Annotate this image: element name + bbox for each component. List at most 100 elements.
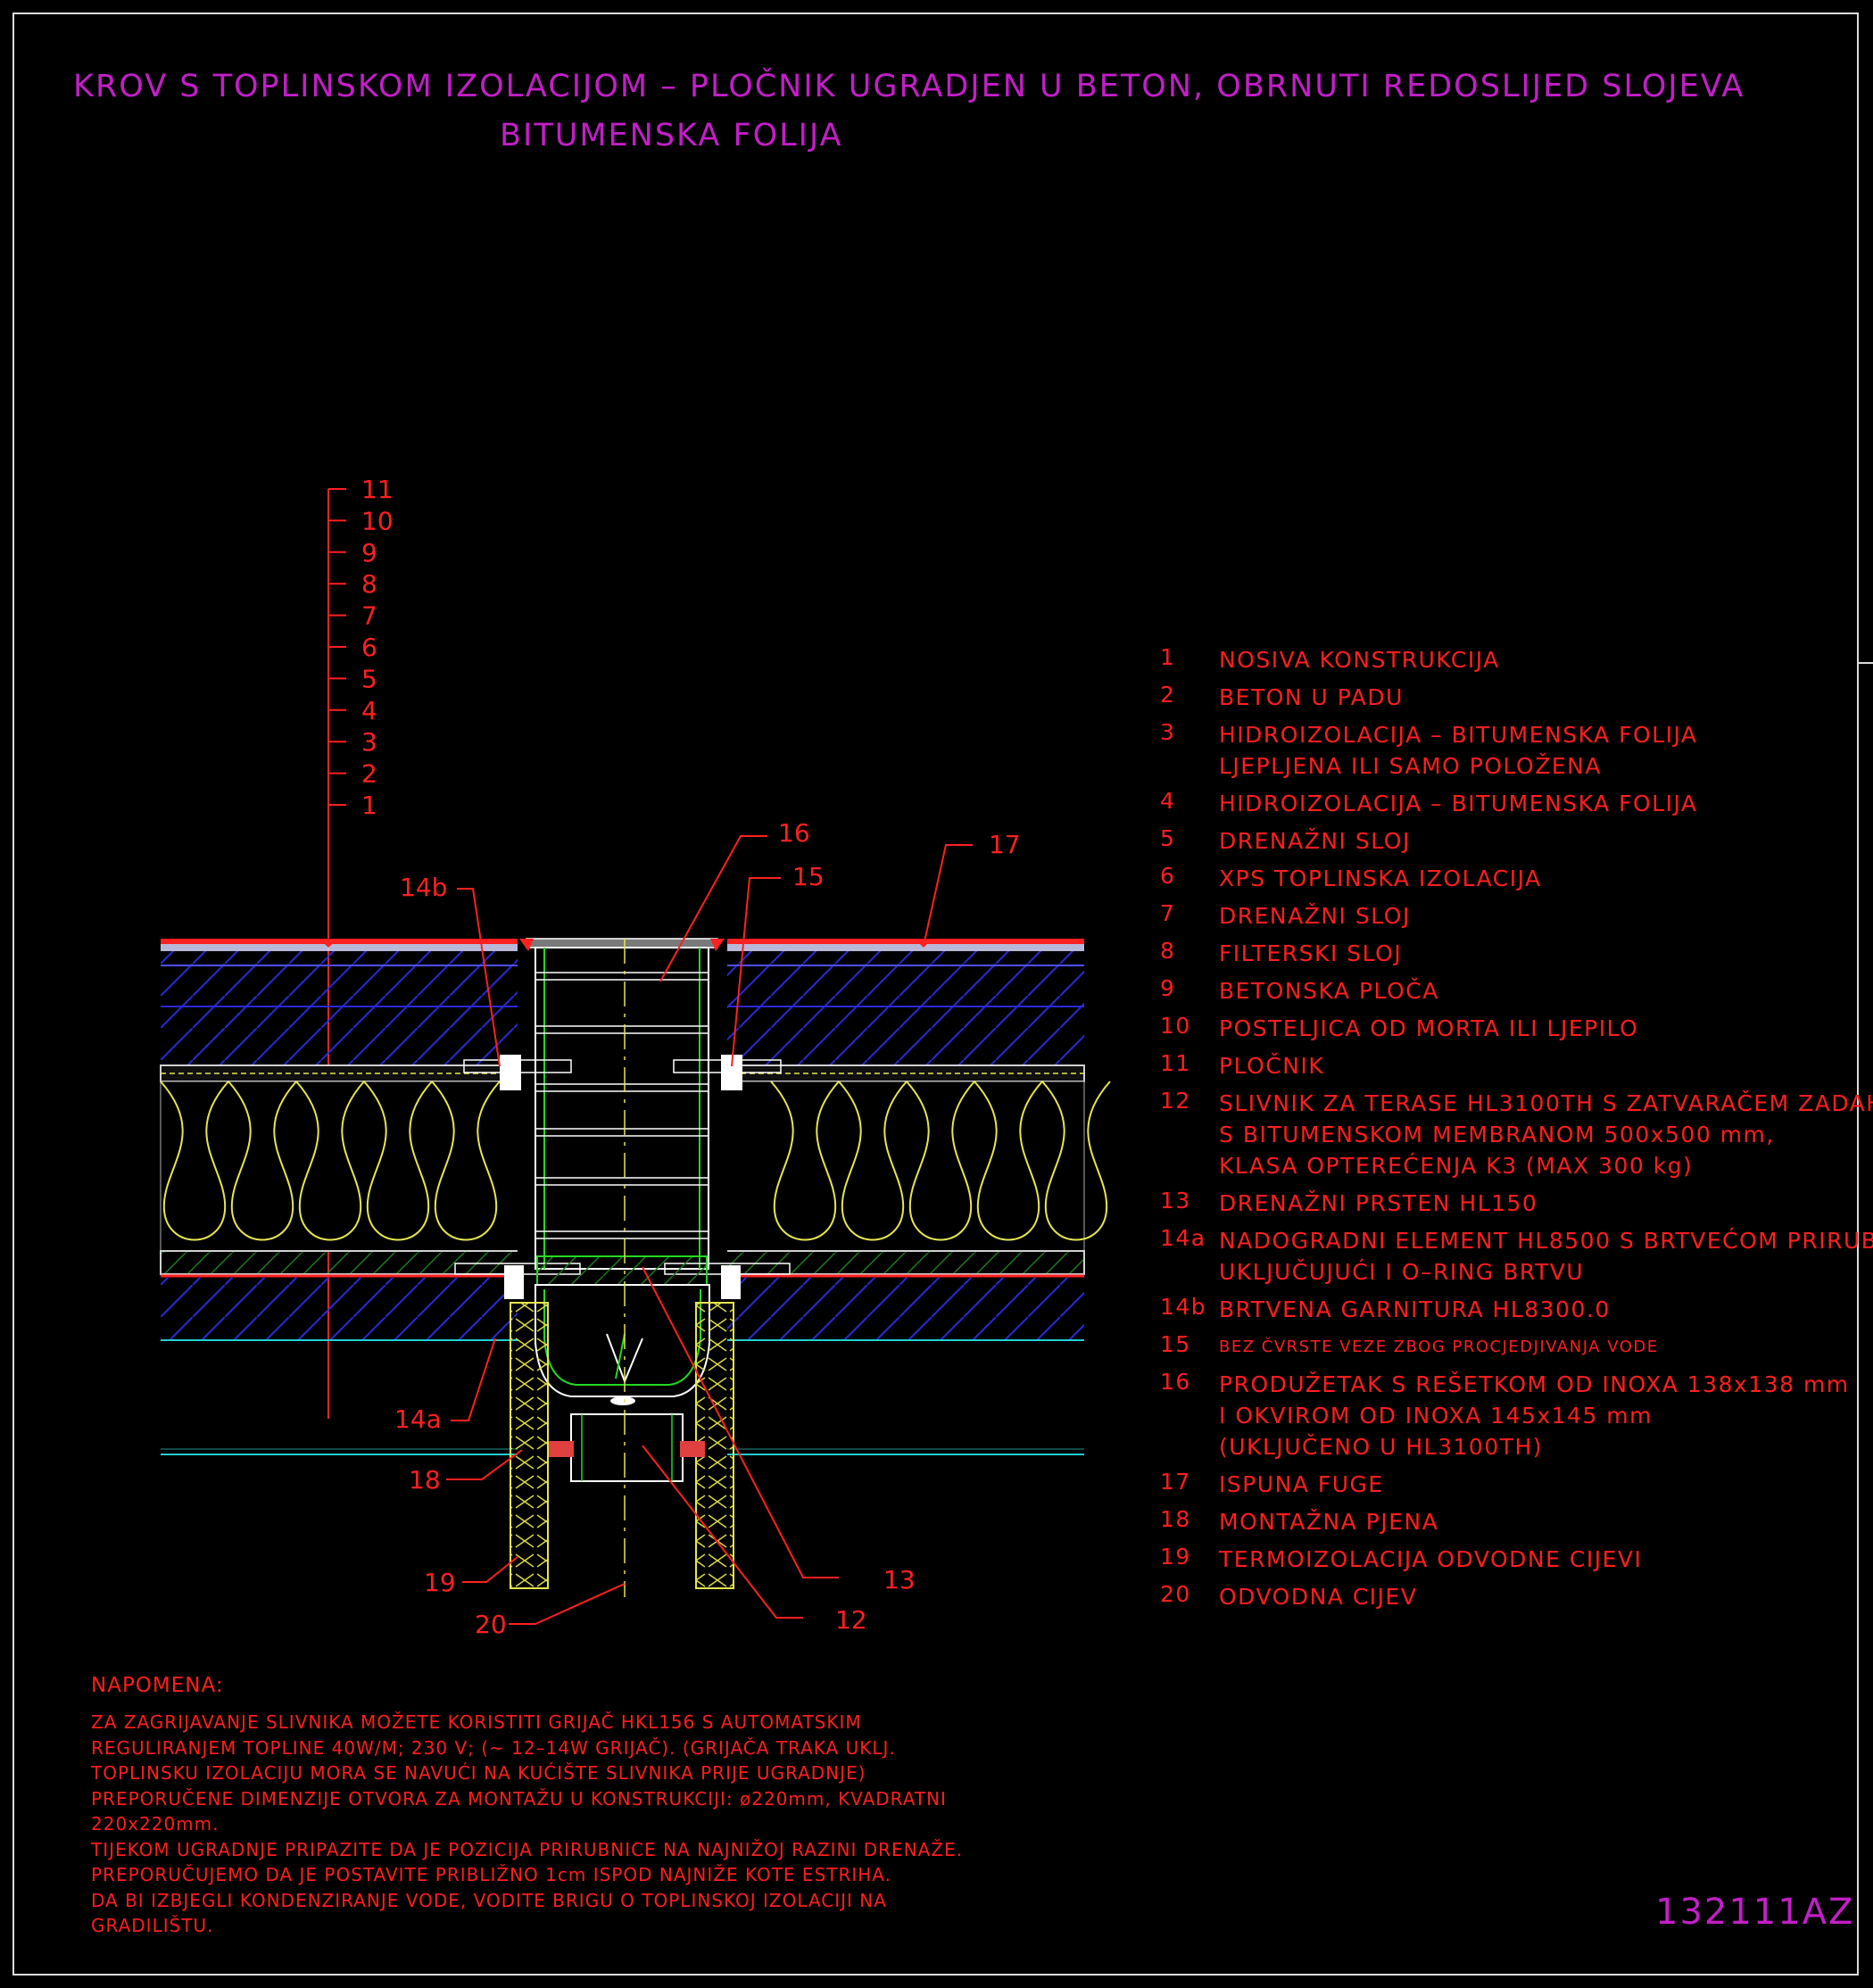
legend-line: S BITUMENSKOM MEMBRANOM 500x500 mm, bbox=[1219, 1122, 1775, 1147]
scale-label: 10 bbox=[361, 506, 394, 535]
legend-line: KLASA OPTEREĆENJA K3 (MAX 300 kg) bbox=[1219, 1153, 1694, 1179]
note-line: REGULIRANJEM TOPLINE 40W/M; 230 V; (~ 12… bbox=[91, 1736, 896, 1759]
note-line: 220x220mm. bbox=[91, 1813, 220, 1835]
legend-text: MONTAŽNA PJENA bbox=[1219, 1506, 1438, 1537]
legend-number: 12 bbox=[1160, 1088, 1191, 1114]
notes-body: ZA ZAGRIJAVANJE SLIVNIKA MOŽETE KORISTIT… bbox=[91, 1710, 963, 1939]
scale-label: 9 bbox=[361, 538, 377, 567]
legend-number: 13 bbox=[1160, 1188, 1191, 1214]
legend-line: PLOČNIK bbox=[1219, 1053, 1325, 1079]
scale-label: 3 bbox=[361, 727, 377, 757]
legend-number: 5 bbox=[1160, 825, 1176, 851]
legend-text: BRTVENA GARNITURA HL8300.0 bbox=[1219, 1294, 1611, 1325]
legend-number: 19 bbox=[1160, 1544, 1191, 1570]
scale-label: 8 bbox=[361, 569, 377, 599]
legend-line: BETONSKA PLOČA bbox=[1219, 978, 1439, 1004]
legend-text: DRENAŽNI SLOJ bbox=[1219, 825, 1411, 857]
callout-17: 17 bbox=[989, 830, 1021, 859]
notes-title: NAPOMENA: bbox=[91, 1674, 224, 1697]
note-line: DA BI IZBJEGLI KONDENZIRANJE VODE, VODIT… bbox=[91, 1889, 887, 1911]
callout-12: 12 bbox=[835, 1605, 867, 1635]
scale-label: 7 bbox=[361, 601, 377, 631]
legend-number: 14b bbox=[1160, 1294, 1207, 1320]
legend-line: SLIVNIK ZA TERASE HL3100TH S ZATVARAČEM … bbox=[1219, 1090, 1873, 1116]
scale-label: 5 bbox=[361, 664, 377, 693]
callout-13: 13 bbox=[883, 1565, 916, 1595]
scale-label: 1 bbox=[361, 791, 377, 820]
legend-text: NOSIVA KONSTRUKCIJA bbox=[1219, 644, 1500, 675]
legend-line: XPS TOPLINSKA IZOLACIJA bbox=[1219, 866, 1542, 891]
legend-text: ODVODNA CIJEV bbox=[1219, 1581, 1417, 1612]
legend-number: 7 bbox=[1160, 900, 1176, 926]
legend-number: 3 bbox=[1160, 719, 1176, 745]
legend-text: BETON U PADU bbox=[1219, 682, 1404, 713]
note-line: PREPORUČENE DIMENZIJE OTVORA ZA MONTAŽU … bbox=[91, 1787, 947, 1810]
scale-label: 6 bbox=[361, 633, 377, 662]
legend-number: 9 bbox=[1160, 975, 1176, 1001]
note-line: PREPORUČUJEMO DA JE POSTAVITE PRIBLIŽNO … bbox=[91, 1864, 891, 1885]
legend-number: 8 bbox=[1160, 938, 1176, 964]
legend-line: FILTERSKI SLOJ bbox=[1219, 940, 1403, 966]
legend-text: NADOGRADNI ELEMENT HL8500 S BRTVEĆOM PRI… bbox=[1219, 1225, 1873, 1288]
callout-14a: 14a bbox=[394, 1404, 442, 1434]
legend-number: 6 bbox=[1160, 863, 1176, 889]
legend-number: 14a bbox=[1160, 1225, 1206, 1251]
legend-line: BETON U PADU bbox=[1219, 684, 1404, 710]
legend-line: (UKLJUČENO U HL3100TH) bbox=[1219, 1434, 1544, 1460]
legend-text: XPS TOPLINSKA IZOLACIJA bbox=[1219, 863, 1542, 894]
note-line: ZA ZAGRIJAVANJE SLIVNIKA MOŽETE KORISTIT… bbox=[91, 1711, 862, 1733]
legend-text: PRODUŽETAK S REŠETKOM OD INOXA 138x138 m… bbox=[1219, 1369, 1850, 1462]
callout-16: 16 bbox=[778, 818, 810, 848]
legend-line: PRODUŽETAK S REŠETKOM OD INOXA 138x138 m… bbox=[1219, 1371, 1850, 1397]
legend-text: BEZ ČVRSTE VEZE ZBOG PROCJEDJIVANJA VODE bbox=[1219, 1331, 1659, 1363]
legend-text: TERMOIZOLACIJA ODVODNE CIJEVI bbox=[1219, 1544, 1642, 1575]
callout-14b: 14b bbox=[400, 873, 447, 902]
legend-number: 2 bbox=[1160, 682, 1176, 708]
legend-line: MONTAŽNA PJENA bbox=[1219, 1509, 1439, 1535]
legend-line: DRENAŽNI SLOJ bbox=[1219, 903, 1411, 929]
callout-19: 19 bbox=[424, 1568, 456, 1597]
legend-text: SLIVNIK ZA TERASE HL3100TH S ZATVARAČEM … bbox=[1219, 1088, 1873, 1181]
legend-line: NOSIVA KONSTRUKCIJA bbox=[1219, 647, 1500, 673]
legend-text: HIDROIZOLACIJA – BITUMENSKA FOLIJA LJEPLJ… bbox=[1219, 719, 1698, 782]
legend-text: DRENAŽNI SLOJ bbox=[1219, 900, 1411, 932]
legend-line: HIDROIZOLACIJA – BITUMENSKA FOLIJA bbox=[1219, 791, 1698, 816]
legend-number: 17 bbox=[1160, 1469, 1191, 1495]
legend-number: 20 bbox=[1160, 1581, 1191, 1607]
legend-line: BRTVENA GARNITURA HL8300.0 bbox=[1219, 1296, 1611, 1322]
legend-number: 16 bbox=[1160, 1369, 1191, 1395]
legend-line: NADOGRADNI ELEMENT HL8500 S BRTVEĆOM PRI… bbox=[1219, 1228, 1873, 1254]
legend-text: DRENAŽNI PRSTEN HL150 bbox=[1219, 1188, 1537, 1219]
legend-line: BEZ ČVRSTE VEZE ZBOG PROCJEDJIVANJA VODE bbox=[1219, 1338, 1659, 1356]
legend-line: TERMOIZOLACIJA ODVODNE CIJEVI bbox=[1219, 1546, 1643, 1572]
legend-line: ODVODNA CIJEV bbox=[1219, 1584, 1418, 1610]
legend-text: ISPUNA FUGE bbox=[1219, 1469, 1384, 1500]
legend-number: 15 bbox=[1160, 1331, 1191, 1357]
legend-line: DRENAŽNI PRSTEN HL150 bbox=[1219, 1190, 1538, 1216]
roof-drain-section: 16 15 17 14b 14a 18 19 20 13 12 11109876… bbox=[160, 475, 1111, 1639]
note-line: TOPLINSKU IZOLACIJU MORA SE NAVUĆI NA KU… bbox=[91, 1762, 866, 1784]
legend-line: DRENAŽNI SLOJ bbox=[1219, 828, 1411, 854]
legend-line: HIDROIZOLACIJA – BITUMENSKA FOLIJA bbox=[1219, 722, 1698, 748]
legend-number: 11 bbox=[1160, 1050, 1191, 1076]
legend-text: PLOČNIK bbox=[1219, 1050, 1324, 1081]
legend-text: HIDROIZOLACIJA – BITUMENSKA FOLIJA bbox=[1219, 788, 1698, 819]
legend-line: I OKVIROM OD INOXA 145x145 mm bbox=[1219, 1403, 1653, 1429]
note-line: GRADILIŠTU. bbox=[91, 1915, 214, 1936]
callout-20: 20 bbox=[475, 1610, 507, 1639]
callout-18: 18 bbox=[409, 1465, 441, 1495]
legend-text: POSTELJICA OD MORTA ILI LJEPILO bbox=[1219, 1013, 1638, 1044]
scale-label: 2 bbox=[361, 759, 377, 789]
legend-text: BETONSKA PLOČA bbox=[1219, 975, 1439, 1006]
legend-line: ISPUNA FUGE bbox=[1219, 1471, 1384, 1497]
legend-text: FILTERSKI SLOJ bbox=[1219, 938, 1402, 969]
scale-label: 4 bbox=[361, 696, 377, 725]
legend-number: 10 bbox=[1160, 1013, 1191, 1039]
legend-number: 4 bbox=[1160, 788, 1176, 814]
callout-15: 15 bbox=[792, 862, 825, 891]
legend-line: UKLJUČUJUĆI I O–RING BRTVU bbox=[1219, 1259, 1585, 1285]
scale-label: 11 bbox=[361, 475, 394, 504]
drawing-code: 132111AZ bbox=[1655, 1892, 1855, 1933]
legend-line: LJEPLJENA ILI SAMO POLOŽENA bbox=[1219, 753, 1602, 779]
note-line: TIJEKOM UGRADNJE PRIPAZITE DA JE POZICIJ… bbox=[91, 1838, 964, 1860]
